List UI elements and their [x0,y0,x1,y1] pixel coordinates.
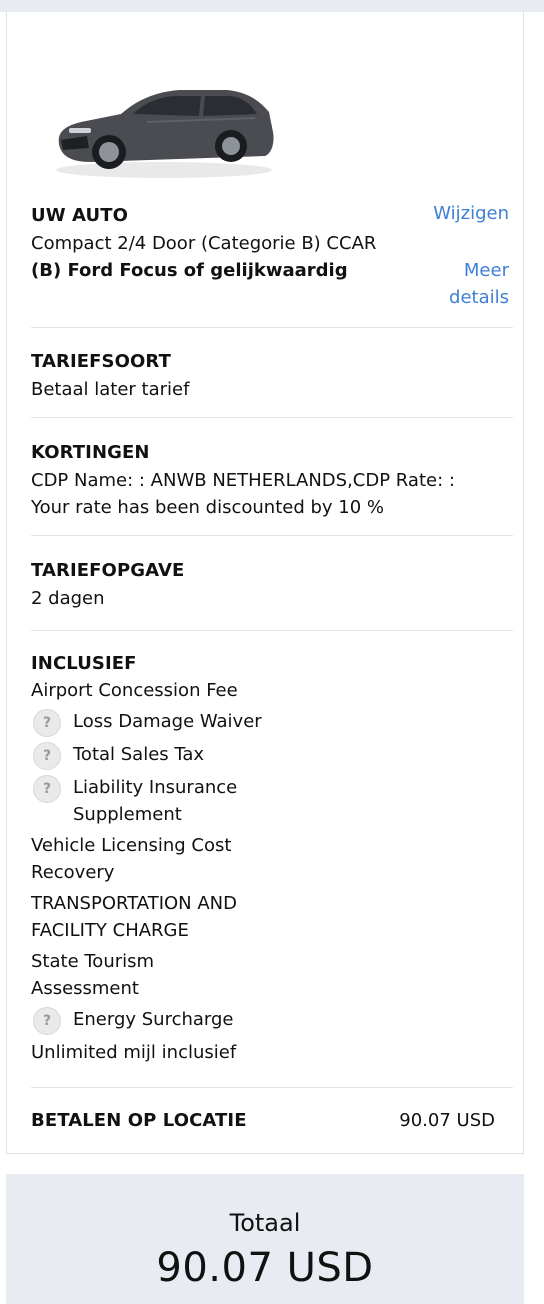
rate-type-title: TARIEFSOORT [31,351,171,372]
rate-type-section: TARIEFSOORT Betaal later tarief [31,348,513,408]
more-details-link-line2[interactable]: details [449,284,509,311]
rate-type-value: Betaal later tarief [31,379,190,400]
discounts-section: KORTINGEN CDP Name: : ANWB NETHERLANDS,C… [31,439,513,529]
divider [31,630,513,631]
divider [31,417,513,418]
included-item-line2: Recovery [31,862,115,883]
question-icon[interactable]: ? [33,1007,61,1035]
booking-summary-card: UW AUTO Wijzigen Compact 2/4 Door (Categ… [6,12,524,1154]
question-icon[interactable]: ? [33,742,61,770]
rate-quote-section: TARIEFOPGAVE 2 dagen [31,557,513,617]
discount-line-1: CDP Name: : ANWB NETHERLANDS,CDP Rate: : [31,470,455,491]
divider [31,535,513,536]
car-category: Compact 2/4 Door (Categorie B) CCAR [31,233,377,254]
rate-quote-title: TARIEFOPGAVE [31,560,185,581]
total-amount: 90.07 USD [156,1245,374,1291]
included-item: Unlimited mijl inclusief [31,1042,237,1063]
divider [31,327,513,328]
change-car-link[interactable]: Wijzigen [433,200,509,227]
question-icon[interactable]: ? [33,709,61,737]
included-item-line2: Supplement [73,804,182,825]
pay-at-location-amount: 90.07 USD [399,1110,495,1131]
more-details-link-line1[interactable]: Meer [449,257,509,284]
included-item-line2: Assessment [31,978,139,999]
discount-line-2: Your rate has been discounted by 10 % [31,497,385,518]
divider [31,1087,513,1088]
top-strip [0,0,544,12]
included-item: Total Sales Tax [73,744,205,765]
included-item-line2: FACILITY CHARGE [31,920,189,941]
car-section: UW AUTO Wijzigen Compact 2/4 Door (Categ… [31,202,513,312]
discounts-title: KORTINGEN [31,442,150,463]
included-item: Energy Surcharge [73,1009,234,1030]
included-item-line1: TRANSPORTATION AND [31,893,238,914]
rate-quote-value: 2 dagen [31,588,105,609]
included-item-line1: Liability Insurance [73,777,238,798]
included-item: Airport Concession Fee [31,680,238,701]
more-details-link[interactable]: Meer details [449,257,509,311]
total-label: Totaal [229,1209,301,1237]
total-panel: Totaal 90.07 USD [6,1174,524,1304]
question-icon[interactable]: ? [33,775,61,803]
pay-at-location-label: BETALEN OP LOCATIE [31,1110,247,1131]
included-title: INCLUSIEF [31,653,137,674]
car-section-title: UW AUTO [31,205,129,226]
car-image [56,90,274,178]
included-item-line1: Vehicle Licensing Cost [31,835,232,856]
car-model: (B) Ford Focus of gelijkwaardig [31,260,348,281]
included-item: Loss Damage Waiver [73,711,262,732]
included-item-line1: State Tourism [31,951,155,972]
